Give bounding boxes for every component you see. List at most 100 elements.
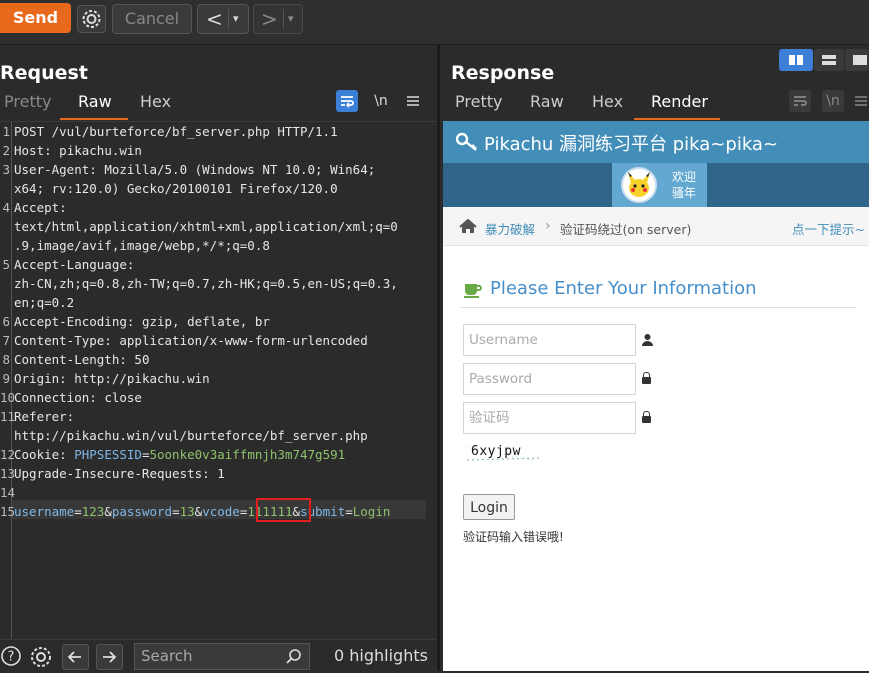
tab-raw[interactable]: Raw [530,92,564,111]
request-line: Content-Length: 50 [14,352,149,367]
line-text: .9,image/avif,image/webp,*/*;q=0.8 [14,238,270,253]
chevron-left-icon: < [206,7,223,31]
tab-hex[interactable]: Hex [140,92,171,111]
param-username-value: 123 [81,504,105,519]
tab-pretty[interactable]: Pretty [455,92,502,111]
search-input[interactable]: Search [134,643,310,670]
tab-raw[interactable]: Raw [78,92,112,111]
lock-icon [642,372,651,384]
home-icon[interactable] [459,219,477,234]
wrap-lines-button[interactable] [789,90,811,112]
layout-side-by-side-button[interactable] [779,49,813,71]
request-line: en;q=0.2 [14,295,74,310]
param-password-key: password [111,504,173,519]
button-divider [228,9,229,29]
gear-icon[interactable] [28,644,54,670]
cancel-button[interactable]: Cancel [112,4,192,34]
next-match-button[interactable] [96,644,123,670]
form-heading: Please Enter Your Information [490,278,757,299]
menu-button[interactable] [852,90,869,112]
vcode-input[interactable]: 验证码 [463,402,636,434]
newline-toggle-button[interactable]: \n [370,90,392,112]
request-title: Request [0,62,88,84]
header-name: Cookie: [14,447,67,462]
tab-render[interactable]: Render [651,92,708,111]
site-title: Pikachu 漏洞练习平台 pika~pika~ [484,134,779,155]
newline-toggle-button[interactable]: \n [822,90,844,112]
breadcrumb-link[interactable]: 暴力破解 [485,219,535,238]
previous-match-button[interactable] [62,644,89,670]
layout-stacked-button[interactable] [814,49,844,71]
gear-icon [82,10,101,28]
line-number: 15 [0,504,16,519]
send-button[interactable]: Send [0,3,71,33]
chevron-right-icon: > [261,7,278,31]
vcode-annotation-box [256,498,311,522]
line-text: text/html,application/xhtml+xml,applicat… [14,219,398,234]
settings-button[interactable] [77,5,106,33]
line-number: 8 [2,352,10,367]
request-line: zh-CN,zh;q=0.8,zh-TW;q=0.7,zh-HK;q=0.5,e… [14,276,398,291]
request-line: http://pikachu.win/vul/burteforce/bf_ser… [14,428,368,443]
history-back-button[interactable]: < ▾ [197,4,249,34]
line-number: 13 [0,466,16,481]
avatar [621,167,657,203]
param-password-value: 13 [179,504,195,519]
vcode-placeholder: 验证码 [469,410,510,426]
equals: = [345,504,353,519]
pikachu-icon [628,172,650,197]
line-text: zh-CN,zh;q=0.8,zh-TW;q=0.7,zh-HK;q=0.5,e… [14,276,398,291]
chevron-down-icon[interactable]: ▾ [288,12,294,25]
breadcrumb: 暴力破解 › 验证码绕过(on server) 点一下提示~ [443,207,869,246]
line-number: 14 [0,485,16,500]
hamburger-icon [407,96,419,106]
request-line: Accept-Language: [14,257,134,272]
header-value: Mozilla/5.0 (Windows NT 10.0; Win64; [96,162,376,177]
breadcrumb-current: 验证码绕过(on server) [560,222,692,237]
line-number: 1 [2,124,10,139]
request-line: POST /vul/burteforce/bf_server.php HTTP/… [14,124,338,139]
hint-link[interactable]: 点一下提示~ [792,219,865,238]
request-pane: Request Pretty Raw Hex \n 1 POST /vul/bur… [0,45,437,671]
line-number: 9 [2,371,10,386]
header-name: Referer: [14,409,75,424]
line-number: 5 [2,257,10,272]
menu-button[interactable] [402,90,424,112]
header-name: Accept-Language: [14,257,135,272]
request-line: .9,image/avif,image/webp,*/*;q=0.8 [14,238,270,253]
line-number: 11 [0,409,16,424]
header-value: 1 [209,466,225,481]
request-line: Connection: close [14,390,142,405]
history-forward-button[interactable]: > ▾ [253,4,303,34]
request-body-line[interactable]: username=123&password=13&vcode=111111&su… [14,504,390,519]
password-placeholder: Password [469,371,533,387]
request-line: x64; rv:120.0) Gecko/20100101 Firefox/12… [14,181,338,196]
header-value: pikachu.win [51,143,142,158]
captcha-image[interactable]: 6xyjpw [465,443,543,463]
tab-pretty[interactable]: Pretty [4,92,51,111]
chevron-down-icon[interactable]: ▾ [233,12,239,25]
captcha-text: 6xyjpw [471,444,521,459]
request-editor[interactable]: 1 POST /vul/burteforce/bf_server.php HTTP… [0,121,437,640]
header-value: 50 [126,352,150,367]
header-name: Connection: [14,390,97,405]
user-badge[interactable]: 欢迎 骚年 [612,163,707,207]
username-input[interactable]: Username [463,324,636,356]
wrap-icon [341,96,354,108]
button-divider [283,9,284,29]
request-line: Accept: [14,200,67,215]
layout-single-button[interactable] [845,49,869,71]
password-input[interactable]: Password [463,363,636,395]
help-icon[interactable]: ? [0,645,22,667]
login-button[interactable]: Login [463,494,515,520]
header-name: Content-Type: [14,333,112,348]
wrap-lines-button[interactable] [336,90,358,112]
breadcrumb-separator: › [545,218,551,234]
single-pane-icon [853,55,867,65]
coffee-icon [464,284,482,298]
response-title: Response [451,62,555,84]
header-name: Upgrade-Insecure-Requests: [14,466,210,481]
tab-hex[interactable]: Hex [592,92,623,111]
request-line: text/html,application/xhtml+xml,applicat… [14,219,398,234]
param-vcode-key: vcode [202,504,240,519]
